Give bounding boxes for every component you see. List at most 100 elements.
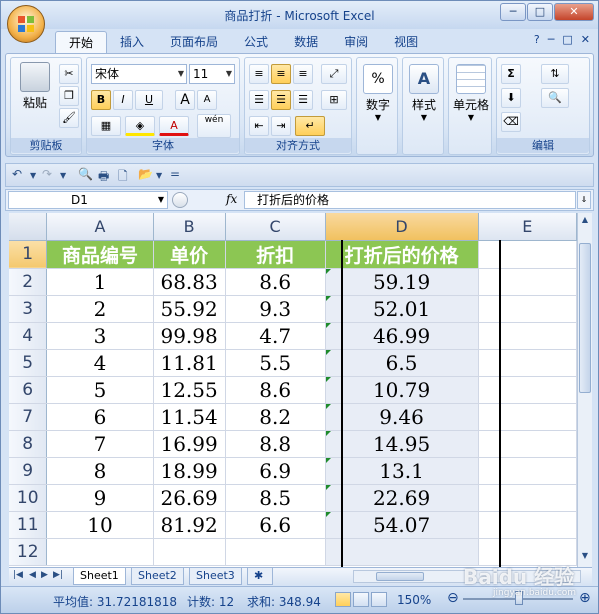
row-header[interactable]: 6 <box>9 376 48 404</box>
data-cell[interactable]: 5.5 <box>225 349 326 377</box>
next-sheet-icon[interactable]: ▶ <box>41 570 48 580</box>
zoom-slider-knob[interactable] <box>515 591 523 605</box>
align-top-icon[interactable]: ≡ <box>249 64 269 84</box>
open-folder-icon[interactable]: 📂 <box>138 167 153 181</box>
empty-cell[interactable] <box>153 538 226 566</box>
empty-cell[interactable] <box>478 240 577 269</box>
phonetic-guide-button[interactable]: wén <box>197 114 231 138</box>
prev-sheet-icon[interactable]: ◀ <box>29 570 36 580</box>
column-header-e[interactable]: E <box>478 213 577 241</box>
cells-button[interactable]: 单元格 ▼ <box>451 64 491 122</box>
row-header[interactable]: 8 <box>9 430 48 458</box>
sort-filter-icon[interactable]: ⇅ <box>541 64 569 84</box>
data-cell[interactable]: 16.99 <box>153 430 226 458</box>
header-cell-discounted-price[interactable]: 打折后的价格 <box>325 240 479 269</box>
cut-icon[interactable]: ✂ <box>59 64 79 84</box>
tab-view[interactable]: 视图 <box>381 31 431 53</box>
bold-button[interactable]: B <box>91 90 111 110</box>
data-cell[interactable]: 4.7 <box>225 322 326 350</box>
font-name-select[interactable]: 宋体 ▼ <box>91 64 187 84</box>
format-painter-icon[interactable]: 🖌 <box>59 108 79 128</box>
minimize-button[interactable]: ─ <box>500 3 526 21</box>
maximize-button[interactable]: □ <box>527 3 553 21</box>
font-size-select[interactable]: 11 ▼ <box>189 64 235 84</box>
orientation-icon[interactable]: ⤢ <box>321 64 347 84</box>
data-cell[interactable]: 11.54 <box>153 403 226 431</box>
empty-cell[interactable] <box>478 484 577 512</box>
data-cell[interactable]: 6.6 <box>225 511 326 539</box>
grow-font-button[interactable]: A <box>175 90 195 110</box>
data-cell[interactable]: 9.46 <box>325 403 479 431</box>
italic-button[interactable]: I <box>113 90 133 110</box>
data-cell[interactable]: 8.8 <box>225 430 326 458</box>
sheet-tab-2[interactable]: Sheet2 <box>131 568 184 585</box>
data-cell[interactable]: 13.1 <box>325 457 479 485</box>
workbook-minimize-icon[interactable]: ─ <box>548 33 555 46</box>
data-cell[interactable]: 22.69 <box>325 484 479 512</box>
data-cell[interactable]: 99.98 <box>153 322 226 350</box>
align-middle-icon[interactable]: ≡ <box>271 64 291 84</box>
vertical-scroll-thumb[interactable] <box>579 243 591 393</box>
data-cell[interactable]: 8.5 <box>225 484 326 512</box>
row-header[interactable]: 5 <box>9 349 48 377</box>
empty-cell[interactable] <box>478 322 577 350</box>
data-cell[interactable]: 55.92 <box>153 295 226 323</box>
data-cell[interactable]: 6 <box>46 403 154 431</box>
data-cell[interactable]: 12.55 <box>153 376 226 404</box>
empty-cell[interactable] <box>478 268 577 296</box>
last-sheet-icon[interactable]: ▶| <box>53 570 63 580</box>
office-button[interactable] <box>7 5 45 43</box>
data-cell[interactable]: 11.81 <box>153 349 226 377</box>
empty-cell[interactable] <box>46 538 154 566</box>
data-cell[interactable]: 10.79 <box>325 376 479 404</box>
empty-cell[interactable] <box>478 538 577 566</box>
row-header[interactable]: 9 <box>9 457 48 485</box>
autosum-button[interactable]: Σ <box>501 64 521 84</box>
underline-button[interactable]: U <box>135 90 163 110</box>
chevron-down-icon[interactable]: ▼ <box>60 171 66 180</box>
data-cell[interactable]: 3 <box>46 322 154 350</box>
clear-icon[interactable]: ⌫ <box>501 112 521 132</box>
data-cell[interactable]: 8.2 <box>225 403 326 431</box>
formula-input[interactable]: 打折后的价格 <box>244 191 576 209</box>
data-cell[interactable]: 6.5 <box>325 349 479 377</box>
sheet-tab-3[interactable]: Sheet3 <box>189 568 242 585</box>
align-center-icon[interactable]: ☰ <box>271 90 291 110</box>
column-header-a[interactable]: A <box>46 213 154 241</box>
data-cell[interactable]: 8.6 <box>225 376 326 404</box>
print-preview-icon[interactable]: 🔍 <box>78 167 93 181</box>
row-header[interactable]: 10 <box>9 484 48 512</box>
fill-color-icon[interactable]: ◈ <box>125 116 155 136</box>
insert-function-button[interactable]: fx <box>226 192 237 206</box>
data-cell[interactable]: 2 <box>46 295 154 323</box>
customize-toolbar-icon[interactable]: = <box>170 167 180 181</box>
align-left-icon[interactable]: ☰ <box>249 90 269 110</box>
chevron-down-icon[interactable]: ▼ <box>156 171 162 180</box>
help-icon[interactable]: ? <box>534 33 540 46</box>
row-header[interactable]: 12 <box>9 538 48 566</box>
new-document-icon[interactable]: 🗋 <box>118 167 128 188</box>
font-color-button[interactable]: A <box>159 116 189 136</box>
empty-cell[interactable] <box>478 295 577 323</box>
scroll-down-icon[interactable]: ▼ <box>579 551 591 565</box>
insert-sheet-icon[interactable]: ✱ <box>247 568 273 585</box>
undo-icon[interactable]: ↶ <box>12 167 22 181</box>
data-cell[interactable]: 68.83 <box>153 268 226 296</box>
row-header[interactable]: 3 <box>9 295 48 323</box>
merge-center-icon[interactable]: ⊞ <box>321 90 347 110</box>
column-header-c[interactable]: C <box>225 213 326 241</box>
row-header[interactable]: 11 <box>9 511 48 539</box>
scroll-up-icon[interactable]: ▲ <box>579 215 591 229</box>
data-cell[interactable]: 8 <box>46 457 154 485</box>
column-header-b[interactable]: B <box>153 213 226 241</box>
increase-indent-icon[interactable]: ⇥ <box>271 116 291 136</box>
data-cell[interactable]: 5 <box>46 376 154 404</box>
header-cell-product-id[interactable]: 商品编号 <box>46 240 154 269</box>
tab-formulas[interactable]: 公式 <box>231 31 281 53</box>
normal-view-icon[interactable] <box>335 592 351 607</box>
data-cell[interactable]: 1 <box>46 268 154 296</box>
zoom-level[interactable]: 150% <box>397 593 431 607</box>
name-box[interactable]: D1 ▼ <box>8 191 168 209</box>
wrap-text-icon[interactable]: ↵ <box>295 116 325 136</box>
column-header-d[interactable]: D <box>325 213 479 241</box>
